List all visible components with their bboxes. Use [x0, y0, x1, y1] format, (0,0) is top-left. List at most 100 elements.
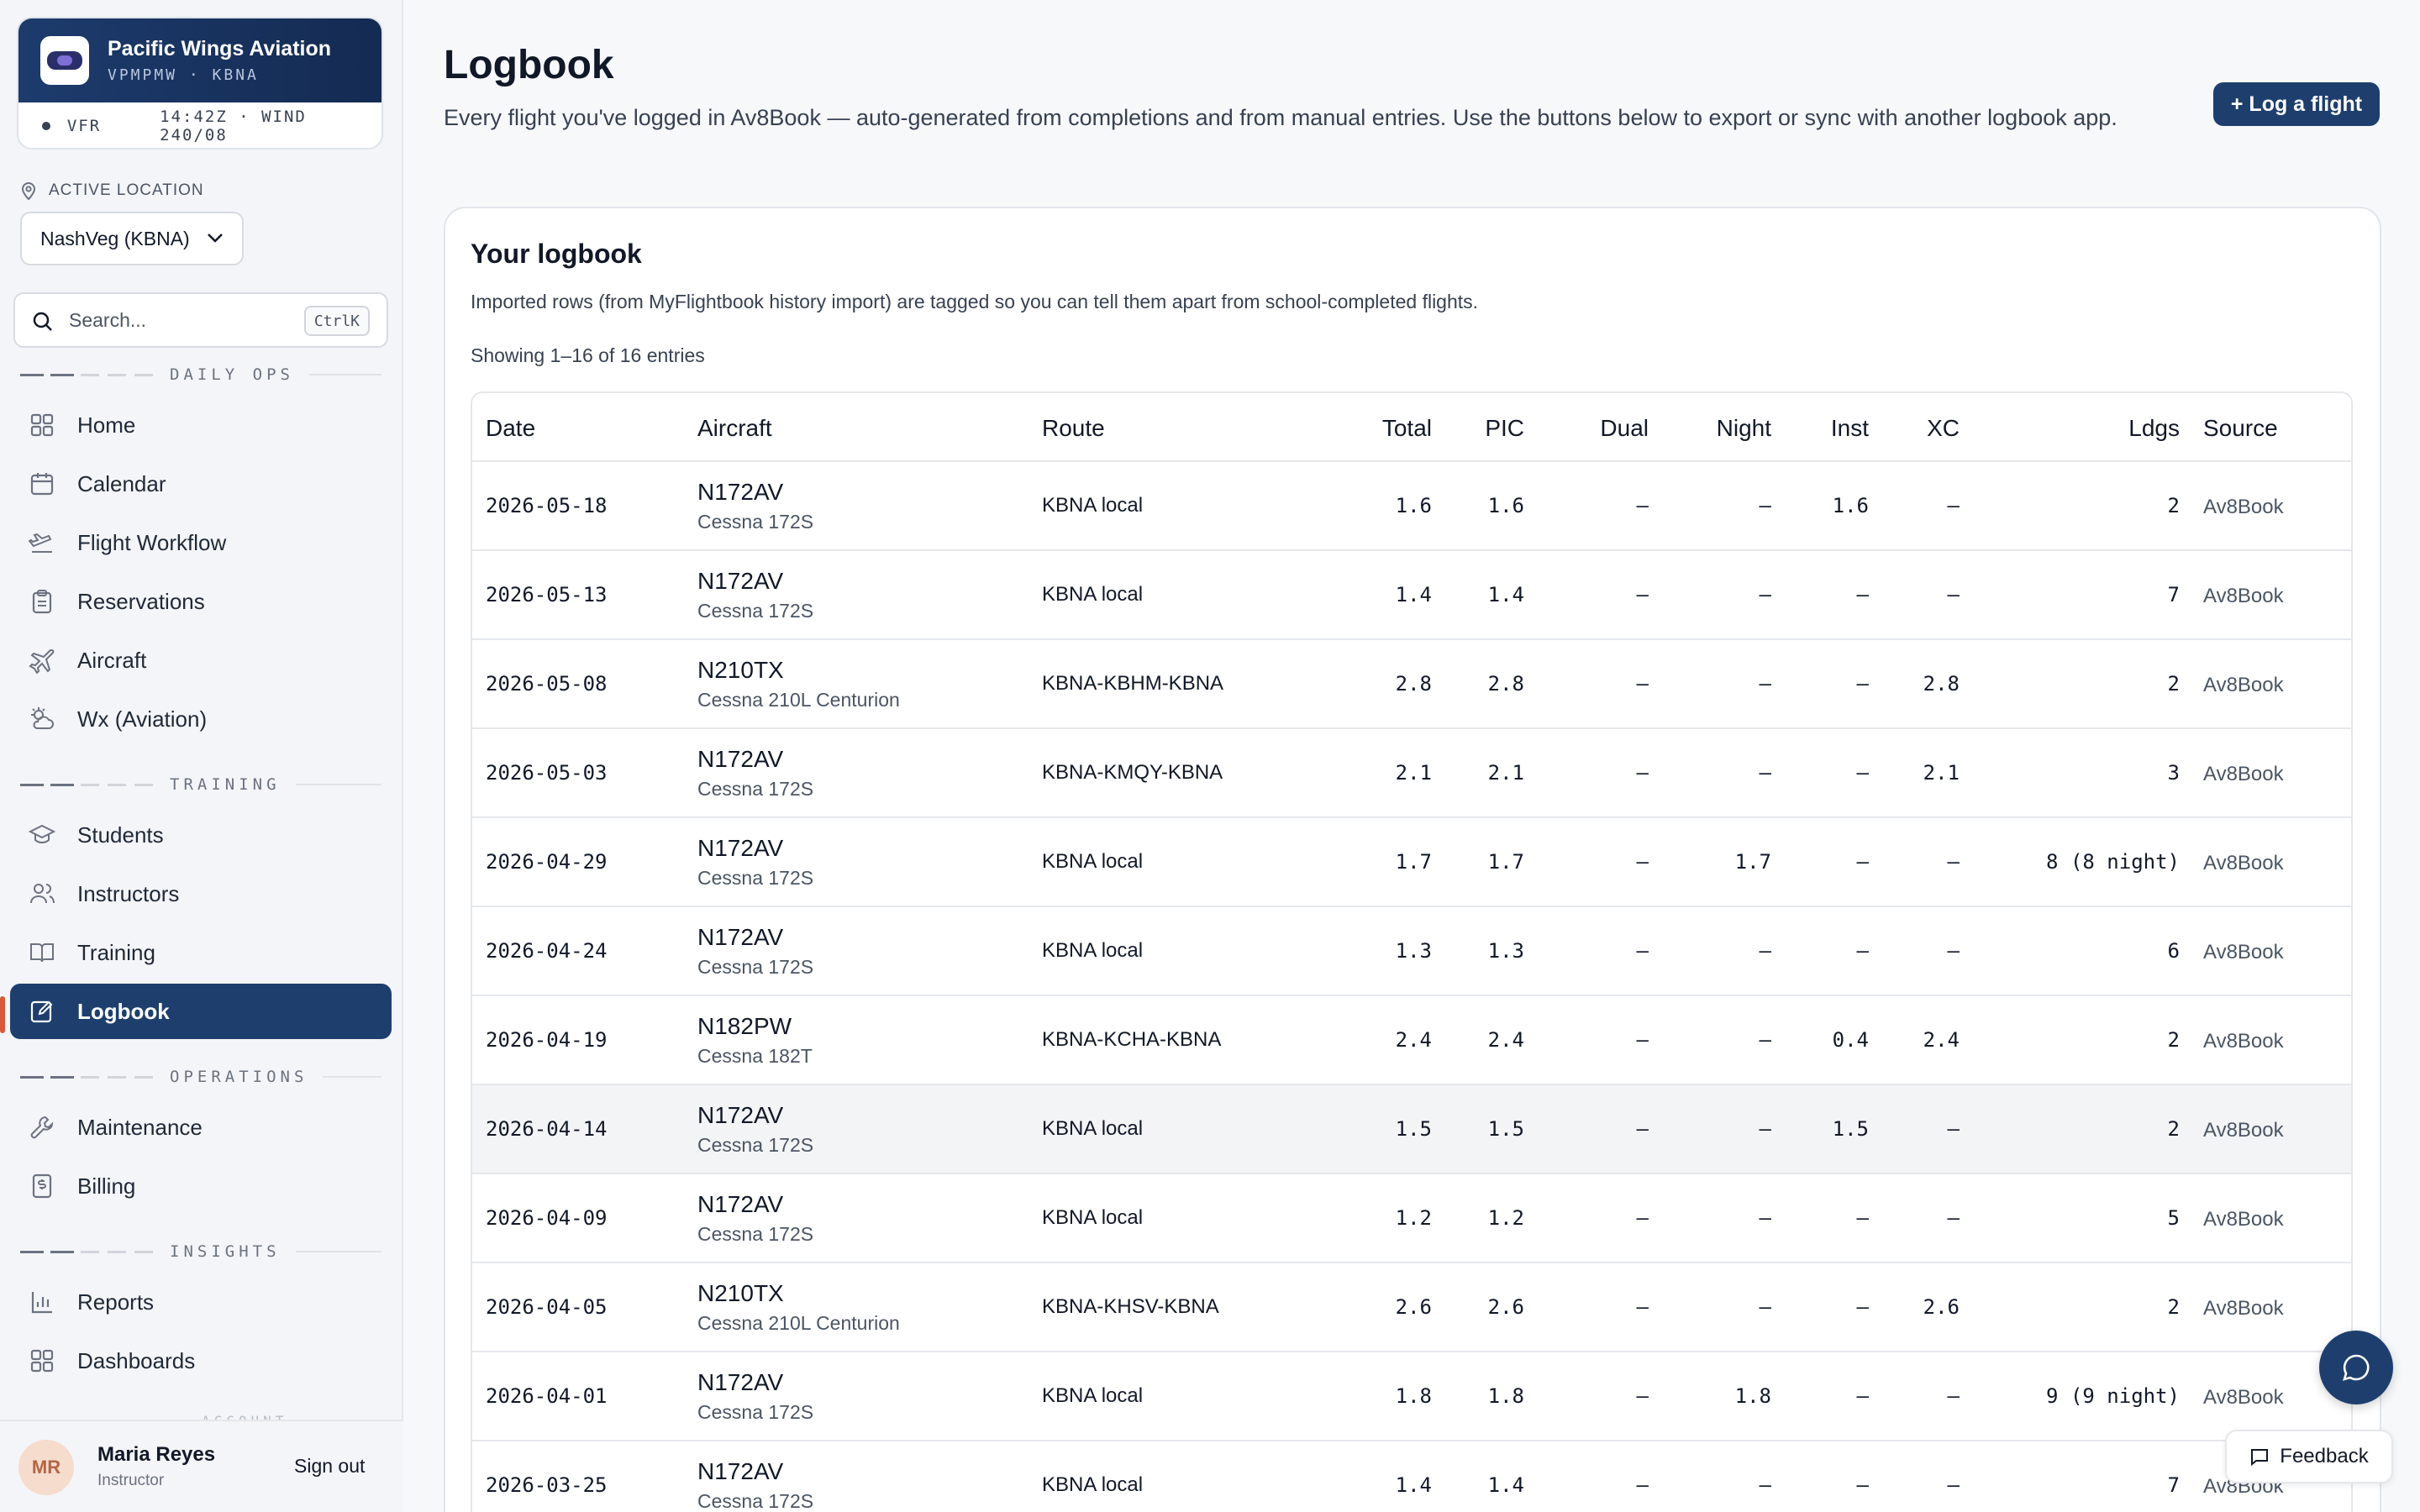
header-dual[interactable]: Dual	[1600, 415, 1649, 442]
table-row[interactable]: 2026-05-08 N210TX Cessna 210L Centurion KBN…	[472, 640, 2351, 729]
entries-count: Showing 1–16 of 16 entries	[471, 344, 705, 366]
wrench-icon	[30, 1116, 54, 1139]
cell-night: —	[1759, 1295, 1771, 1319]
book-open-icon	[30, 943, 54, 963]
cell-xc: —	[1947, 1206, 1960, 1230]
header-xc[interactable]: XC	[1927, 415, 1960, 442]
table-row[interactable]: 2026-04-24 N172AV Cessna 172S KBNA local 1.3…	[472, 907, 2351, 996]
sidebar-item-reservations[interactable]: Reservations	[10, 574, 392, 629]
search-icon	[33, 312, 52, 331]
cell-aircraft-model: Cessna 172S	[697, 778, 814, 800]
sidebar-item-wx[interactable]: Wx (Aviation)	[10, 691, 392, 747]
cell-inst: 0.4	[1832, 1028, 1869, 1052]
cell-aircraft-model: Cessna 172S	[697, 1490, 814, 1512]
chat-button[interactable]	[2319, 1331, 2393, 1404]
avatar[interactable]: MR	[18, 1440, 74, 1495]
bar-chart-icon	[31, 1292, 52, 1314]
brand-card[interactable]: Pacific Wings Aviation VPMPMW · KBNA VFR…	[17, 17, 383, 150]
table-row[interactable]: 2026-05-03 N172AV Cessna 172S KBNA-KMQY-KBN…	[472, 729, 2351, 818]
sidebar-item-students[interactable]: Students	[10, 807, 392, 863]
search-shortcut: CtrlK	[303, 306, 370, 336]
table-row[interactable]: 2026-04-14 N172AV Cessna 172S KBNA local 1.5…	[472, 1085, 2351, 1174]
table-row[interactable]: 2026-03-25 N172AV Cessna 172S KBNA local 1.4…	[472, 1441, 2351, 1512]
page-description: Every flight you've logged in Av8Book — …	[444, 105, 2118, 130]
cell-date: 2026-04-29	[486, 850, 608, 874]
cell-route: KBNA local	[1042, 1384, 1144, 1407]
grid-icon	[30, 413, 54, 437]
sidebar-item-calendar[interactable]: Calendar	[10, 456, 392, 512]
cell-date: 2026-04-01	[486, 1384, 608, 1408]
cell-source: Av8Book	[2203, 1297, 2284, 1320]
header-total[interactable]: Total	[1382, 415, 1432, 442]
cell-source: Av8Book	[2203, 763, 2284, 785]
header-pic[interactable]: PIC	[1485, 415, 1524, 442]
sidebar-item-maintenance[interactable]: Maintenance	[10, 1100, 392, 1155]
cell-date: 2026-04-19	[486, 1028, 608, 1052]
header-route[interactable]: Route	[1042, 415, 1105, 442]
cell-date: 2026-05-08	[486, 672, 608, 696]
table-row[interactable]: 2026-04-19 N182PW Cessna 182T KBNA-KCHA-KBN…	[472, 996, 2351, 1085]
cell-dual: —	[1636, 1384, 1649, 1408]
header-source[interactable]: Source	[2203, 415, 2278, 442]
brand-code: VPMPMW · KBNA	[108, 66, 259, 84]
cell-inst: —	[1856, 1206, 1869, 1230]
status-dot-icon	[42, 122, 50, 130]
logbook-table: Date Aircraft Route Total PIC Dual Night…	[471, 391, 2353, 1512]
sidebar-item-flight-workflow[interactable]: Flight Workflow	[10, 515, 392, 570]
header-ldgs[interactable]: Ldgs	[2128, 415, 2180, 442]
chat-bubble-icon	[2343, 1354, 2370, 1381]
cell-total: 1.4	[1395, 1473, 1432, 1497]
cell-night: —	[1759, 583, 1771, 606]
cell-inst: 1.6	[1832, 494, 1869, 517]
cell-total: 1.4	[1395, 583, 1432, 606]
sidebar-item-billing[interactable]: Billing	[10, 1158, 392, 1214]
cell-dual: —	[1636, 939, 1649, 963]
location-select[interactable]: NashVeg (KBNA)	[20, 212, 244, 265]
cell-xc: 2.6	[1923, 1295, 1960, 1319]
table-row[interactable]: 2026-04-29 N172AV Cessna 172S KBNA local 1.7…	[472, 818, 2351, 907]
cell-source: Av8Book	[2203, 585, 2284, 607]
header-inst[interactable]: Inst	[1831, 415, 1869, 442]
cell-ldgs: 3	[2167, 761, 2180, 785]
weather-strip: VFR 14:42Z · WIND 240/08	[18, 102, 381, 148]
cell-pic: 1.4	[1487, 583, 1524, 606]
cell-source: Av8Book	[2203, 1386, 2284, 1409]
table-row[interactable]: 2026-04-05 N210TX Cessna 210L Centurion KBN…	[472, 1263, 2351, 1352]
cell-source: Av8Book	[2203, 1208, 2284, 1231]
header-date[interactable]: Date	[486, 415, 535, 442]
cell-xc: —	[1947, 1117, 1960, 1141]
logbook-card: Your logbook Imported rows (from MyFligh…	[444, 207, 2381, 1512]
sidebar-item-instructors[interactable]: Instructors	[10, 866, 392, 921]
section-insights: INSIGHTS	[20, 1242, 381, 1262]
feedback-button[interactable]: Feedback	[2225, 1430, 2393, 1483]
table-row[interactable]: 2026-04-01 N172AV Cessna 172S KBNA local 1.8…	[472, 1352, 2351, 1441]
sidebar-item-dashboards[interactable]: Dashboards	[10, 1333, 392, 1389]
sidebar-item-reports[interactable]: Reports	[10, 1274, 392, 1330]
header-aircraft[interactable]: Aircraft	[697, 415, 772, 442]
cell-aircraft-model: Cessna 210L Centurion	[697, 1312, 900, 1334]
cell-tail-number: N172AV	[697, 1191, 784, 1217]
table-row[interactable]: 2026-04-09 N172AV Cessna 172S KBNA local 1.2…	[472, 1174, 2351, 1263]
sidebar-item-home[interactable]: Home	[10, 397, 392, 453]
users-icon	[30, 884, 55, 904]
log-flight-button[interactable]: + Log a flight	[2213, 82, 2380, 126]
active-location-label: ACTIVE LOCATION	[20, 181, 204, 200]
search-input[interactable]: Search... CtrlK	[13, 292, 388, 348]
sidebar-item-aircraft[interactable]: Aircraft	[10, 633, 392, 688]
flight-rules: VFR	[66, 117, 102, 135]
cell-xc: 2.1	[1923, 761, 1960, 785]
cell-route: KBNA local	[1042, 1206, 1144, 1229]
cell-xc: 2.8	[1923, 672, 1960, 696]
cell-source: Av8Book	[2203, 941, 2284, 963]
table-row[interactable]: 2026-05-13 N172AV Cessna 172S KBNA local 1.4…	[472, 551, 2351, 640]
cell-tail-number: N210TX	[697, 1280, 784, 1306]
cell-xc: 2.4	[1923, 1028, 1960, 1052]
sidebar-item-training[interactable]: Training	[10, 925, 392, 980]
table-row[interactable]: 2026-05-18 N172AV Cessna 172S KBNA local 1.6…	[472, 462, 2351, 551]
sidebar-item-logbook[interactable]: Logbook	[10, 984, 392, 1039]
cell-date: 2026-05-18	[486, 494, 608, 517]
header-night[interactable]: Night	[1717, 415, 1771, 442]
brand-logo	[40, 36, 89, 85]
sign-out-button[interactable]: Sign out	[294, 1455, 365, 1478]
cell-ldgs: 2	[2167, 1028, 2180, 1052]
